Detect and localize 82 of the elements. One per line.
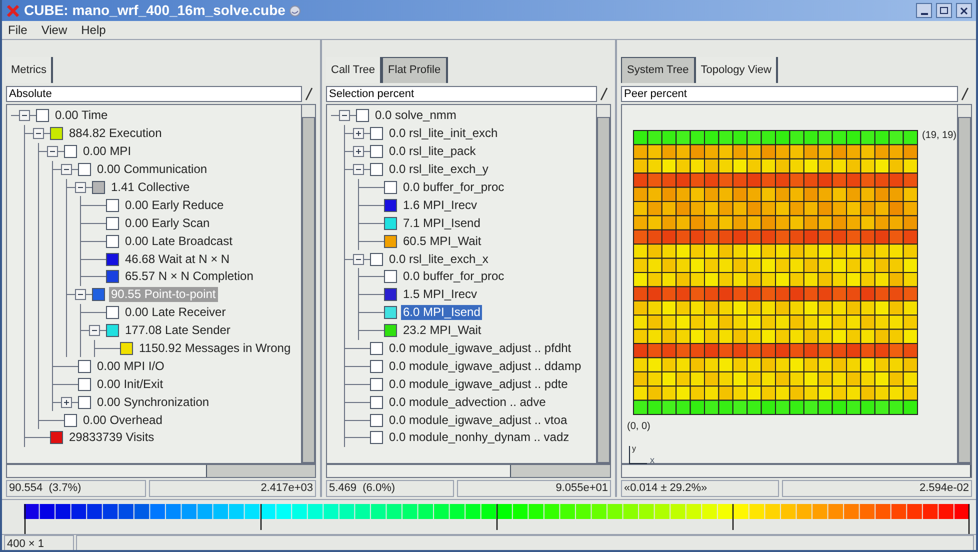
status-value-field: «0.014 ± 29.2%»	[621, 480, 779, 497]
tree-item[interactable]: 1.41 Collective	[109, 180, 192, 195]
tree-item[interactable]: 0.00 Init/Exit	[95, 376, 166, 392]
collapse-toggle[interactable]	[339, 110, 350, 122]
menu-item[interactable]: Help	[81, 21, 106, 39]
tree-item[interactable]: 23.2 MPI_Wait	[401, 323, 484, 338]
tree-item[interactable]: 0.00 MPI	[81, 144, 134, 160]
collapse-toggle[interactable]	[33, 128, 44, 140]
tree-item[interactable]: 0.00 Communication	[95, 162, 210, 178]
collapse-toggle[interactable]	[75, 289, 86, 300]
tree-item[interactable]: 884.82 Execution	[67, 126, 164, 142]
menu-item[interactable]: View	[41, 21, 68, 39]
tree-item[interactable]: 0.00 Early Scan	[123, 216, 212, 231]
expand-toggle[interactable]	[61, 396, 72, 408]
status-value-field: 2.594e-02	[782, 480, 972, 497]
mode-dropdown[interactable]: Selection percent	[326, 86, 597, 102]
horizontal-scrollbar[interactable]	[326, 464, 611, 478]
status-value-field: 9.055e+01	[457, 480, 611, 497]
tree-item[interactable]: 60.5 MPI_Wait	[401, 234, 484, 249]
tree-item[interactable]: 0.0 module_igwave_adjust .. ddamp	[387, 358, 584, 374]
tree-item[interactable]: 0.0 rsl_lite_exch_x	[387, 252, 490, 267]
collapse-toggle[interactable]	[19, 110, 30, 122]
tree-item[interactable]: 0.0 module_igwave_adjust .. pfdht	[387, 341, 574, 356]
mode-dropdown[interactable]: Peer percent	[621, 86, 958, 102]
mode-dropdown[interactable]: Absolute	[6, 86, 302, 102]
tree-item[interactable]: 0.0 buffer_for_proc	[401, 269, 506, 284]
tree-item[interactable]: 0.0 solve_nmm	[373, 108, 458, 124]
close-icon	[960, 6, 968, 14]
tree-item[interactable]: 0.0 module_nonhy_dynam .. vadz	[387, 430, 572, 446]
horizontal-scrollbar[interactable]	[6, 464, 316, 478]
tree-item[interactable]: 0.0 rsl_lite_init_exch	[387, 126, 500, 142]
collapse-toggle[interactable]	[75, 182, 86, 193]
close-button[interactable]	[956, 3, 972, 18]
tree-item[interactable]: 1.5 MPI_Irecv	[401, 287, 480, 302]
status-value-field: 5.469 (6.0%)	[326, 480, 454, 497]
tree-item[interactable]: 0.0 rsl_lite_exch_y	[387, 162, 490, 178]
collapse-toggle[interactable]	[353, 254, 364, 265]
axis-label: y	[632, 443, 636, 455]
tree-item[interactable]: 7.1 MPI_Isend	[401, 216, 482, 231]
tree-item[interactable]: 0.0 buffer_for_proc	[401, 180, 506, 195]
menu-item[interactable]: File	[8, 21, 28, 39]
swirl-icon	[289, 4, 302, 16]
tree-item[interactable]: 0.00 Overhead	[81, 412, 164, 428]
tree-item[interactable]: 0.0 module_igwave_adjust .. vtoa	[387, 412, 570, 428]
maximize-button[interactable]	[936, 3, 952, 18]
window-title: CUBE: mano_wrf_400_16m_solve.cube	[24, 1, 286, 20]
cross-logo-icon	[6, 4, 20, 18]
horizontal-scrollbar[interactable]	[621, 464, 972, 478]
tree-item[interactable]: 1.6 MPI_Irecv	[401, 198, 480, 213]
vertical-scrollbar[interactable]	[301, 105, 315, 463]
tree-item[interactable]: 0.0 module_advection .. adve	[387, 394, 548, 410]
panel-tab[interactable]: System Tree	[621, 57, 696, 83]
status-value-field: 2.417e+03	[148, 480, 316, 497]
corner-label: (0, 0)	[627, 420, 650, 434]
axis-label: x	[650, 454, 654, 466]
tree-item[interactable]: 65.57 N × N Completion	[123, 269, 256, 284]
vertical-scrollbar[interactable]	[957, 105, 971, 463]
vertical-scrollbar[interactable]	[596, 105, 610, 463]
tree-item[interactable]: 0.00 Late Broadcast	[123, 234, 234, 249]
collapse-toggle[interactable]	[353, 164, 364, 176]
collapse-toggle[interactable]	[61, 164, 72, 176]
corner-label: (19, 19)	[922, 129, 956, 143]
expand-toggle[interactable]	[353, 146, 364, 158]
collapse-toggle[interactable]	[47, 146, 58, 158]
tree-item[interactable]: 46.68 Wait at N × N	[123, 252, 232, 267]
tree-item[interactable]: 0.00 MPI I/O	[95, 358, 166, 374]
tree-item[interactable]: 0.0 module_igwave_adjust .. pdte	[387, 376, 570, 392]
collapse-toggle[interactable]	[89, 325, 100, 336]
expand-toggle[interactable]	[353, 128, 364, 140]
tree-item[interactable]: 0.00 Late Receiver	[123, 305, 228, 320]
tree-item[interactable]: 0.00 Time	[53, 108, 110, 124]
minimize-button[interactable]	[916, 3, 932, 18]
tree-item[interactable]: 0.00 Synchronization	[95, 394, 212, 410]
tree-item[interactable]: 177.08 Late Sender	[123, 323, 232, 338]
tree-item[interactable]: 6.0 MPI_Isend	[401, 305, 482, 320]
status-value-field: 90.554 (3.7%)	[6, 480, 146, 497]
tree-item[interactable]: 0.00 Early Reduce	[123, 198, 226, 213]
tree-item[interactable]: 0.0 rsl_lite_pack	[387, 144, 478, 160]
tree-item[interactable]: 1150.92 Messages in Wrong	[137, 341, 293, 356]
panel-tab[interactable]: Flat Profile	[382, 57, 448, 83]
status-field: 400 × 1	[4, 535, 74, 550]
tree-item[interactable]: 29833739 Visits	[67, 430, 156, 446]
